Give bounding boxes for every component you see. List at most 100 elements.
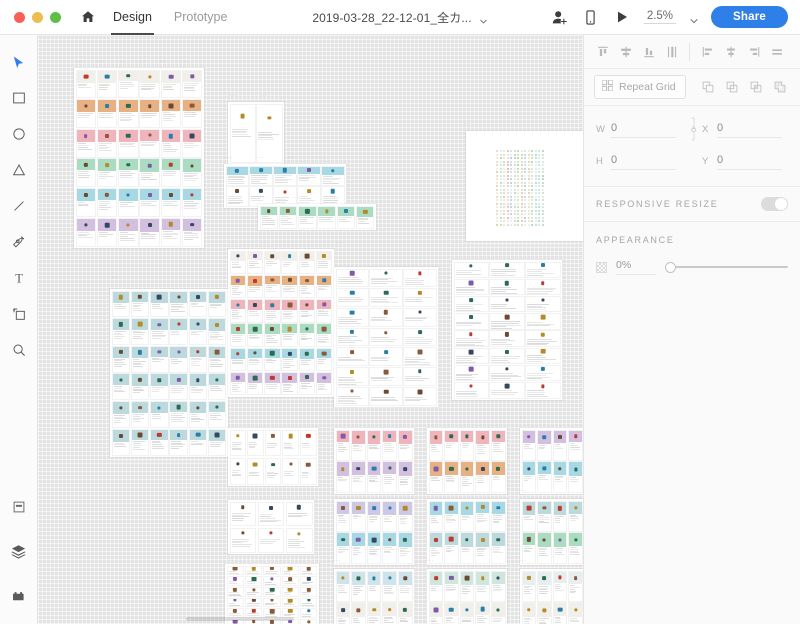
width-value[interactable]: 0 <box>611 121 676 138</box>
zoom-tool[interactable] <box>4 335 34 365</box>
artboard-label[interactable]: ··· <box>334 415 341 421</box>
artboard-label[interactable]: ··· <box>292 195 299 201</box>
artboard-label[interactable]: ··· <box>520 558 527 564</box>
tab-prototype[interactable]: Prototype <box>172 0 230 35</box>
artboard[interactable] <box>110 289 228 457</box>
y-value[interactable]: 0 <box>717 153 782 170</box>
opacity-value[interactable]: 0% <box>616 259 656 275</box>
artboard-label[interactable]: ··· <box>225 551 232 557</box>
artboard-label[interactable]: ··· <box>288 155 295 161</box>
artboard-label[interactable]: ··· <box>226 155 233 161</box>
device-preview-icon[interactable] <box>582 8 600 26</box>
artboard[interactable] <box>228 102 284 164</box>
artboard-label[interactable]: ··· <box>260 93 267 99</box>
artboard-label[interactable]: ··· <box>160 59 167 65</box>
distribute-right-icon[interactable] <box>743 41 764 62</box>
artboard[interactable] <box>258 204 376 230</box>
artboard[interactable] <box>452 260 562 400</box>
boolean-add-icon[interactable] <box>697 77 718 98</box>
add-collaborator-icon[interactable] <box>551 8 569 26</box>
height-field[interactable]: H 0 <box>596 153 676 170</box>
artboard-label[interactable]: ··· <box>118 59 125 65</box>
x-field[interactable]: X 0 <box>702 121 782 138</box>
artboard-label[interactable]: ··· <box>97 59 104 65</box>
artboard[interactable] <box>427 569 507 624</box>
artboard[interactable] <box>228 500 314 554</box>
artboard[interactable] <box>228 249 334 397</box>
artboard-label[interactable]: ··· <box>464 121 471 127</box>
rectangle-tool[interactable] <box>4 83 34 113</box>
repeat-grid-button[interactable]: Repeat Grid <box>594 75 686 99</box>
opacity-slider[interactable] <box>665 261 788 273</box>
artboard[interactable] <box>520 428 583 494</box>
zoom-chevron-down-icon[interactable] <box>689 13 698 23</box>
boolean-intersect-icon[interactable] <box>745 77 766 98</box>
close-window-button[interactable] <box>14 11 25 23</box>
ellipse-tool[interactable] <box>4 119 34 149</box>
align-vertical-center-icon[interactable] <box>661 41 682 62</box>
artboard-tool[interactable] <box>4 299 34 329</box>
responsive-resize-toggle[interactable] <box>761 197 788 211</box>
chevron-down-icon[interactable] <box>479 13 488 24</box>
assets-panel-button[interactable] <box>4 492 34 522</box>
x-value[interactable]: 0 <box>717 121 782 138</box>
artboard[interactable] <box>520 499 583 565</box>
tab-design[interactable]: Design <box>111 0 154 35</box>
artboard-label[interactable]: ··· <box>76 59 83 65</box>
lock-aspect-icon[interactable] <box>676 114 702 144</box>
boolean-subtract-icon[interactable] <box>721 77 742 98</box>
y-field[interactable]: Y 0 <box>702 153 782 170</box>
home-icon[interactable] <box>77 6 99 28</box>
artboard-label[interactable]: ··· <box>336 240 343 246</box>
align-horizontal-center-icon[interactable] <box>615 41 636 62</box>
artboard[interactable] <box>225 564 319 624</box>
align-bottom-icon[interactable] <box>638 41 659 62</box>
artboard-label[interactable]: ··· <box>230 415 237 421</box>
artboard-label[interactable]: ··· <box>262 240 269 246</box>
artboard-label[interactable]: ··· <box>230 93 237 99</box>
align-top-icon[interactable] <box>592 41 613 62</box>
boolean-exclude-icon[interactable] <box>769 77 790 98</box>
artboard-label[interactable]: ··· <box>319 155 326 161</box>
plugins-panel-button[interactable] <box>4 580 34 610</box>
minimize-window-button[interactable] <box>32 11 43 23</box>
layers-panel-button[interactable] <box>4 536 34 566</box>
select-tool[interactable] <box>4 47 34 77</box>
artboard-label[interactable]: ··· <box>427 488 434 494</box>
text-tool[interactable]: T <box>4 263 34 293</box>
triangle-tool[interactable] <box>4 155 34 185</box>
artboard-label[interactable]: ··· <box>257 155 264 161</box>
artboard-grid-stripes[interactable] <box>466 131 583 241</box>
artboard-label[interactable]: ··· <box>260 195 267 201</box>
artboard-label[interactable]: ··· <box>334 488 341 494</box>
artboard-label[interactable]: ··· <box>427 415 434 421</box>
artboard-label[interactable]: ··· <box>230 487 237 493</box>
artboard[interactable] <box>224 164 346 208</box>
canvas-horizontal-scrollbar[interactable] <box>186 617 294 621</box>
artboard-label[interactable]: ··· <box>230 240 237 246</box>
width-field[interactable]: W 0 <box>596 121 676 138</box>
artboard[interactable] <box>228 428 318 486</box>
artboard[interactable] <box>427 499 507 565</box>
distribute-left-icon[interactable] <box>697 41 718 62</box>
artboard[interactable] <box>334 499 414 565</box>
artboard-label[interactable]: ··· <box>520 415 527 421</box>
line-tool[interactable] <box>4 191 34 221</box>
artboard[interactable] <box>427 428 507 494</box>
artboard[interactable] <box>334 569 414 624</box>
share-button[interactable]: Share <box>711 6 788 28</box>
artboard-label[interactable]: ··· <box>334 558 341 564</box>
maximize-window-button[interactable] <box>50 11 61 23</box>
artboard[interactable] <box>334 428 414 494</box>
artboard-label[interactable]: ··· <box>454 240 461 246</box>
artboard-label[interactable]: ··· <box>520 488 527 494</box>
artboard-label[interactable]: ··· <box>139 59 146 65</box>
distribute-evenly-icon[interactable] <box>766 41 787 62</box>
artboard-label[interactable]: ··· <box>112 275 119 281</box>
artboard-label[interactable]: ··· <box>181 59 188 65</box>
artboard[interactable] <box>74 68 204 248</box>
zoom-level-value[interactable]: 2.5% <box>643 10 677 24</box>
artboard[interactable] <box>334 267 438 407</box>
opacity-slider-knob[interactable] <box>665 261 676 273</box>
design-canvas[interactable]: ··· ··· ··· ··· ··· ··· ··· ··· ··· ··· … <box>38 35 583 624</box>
